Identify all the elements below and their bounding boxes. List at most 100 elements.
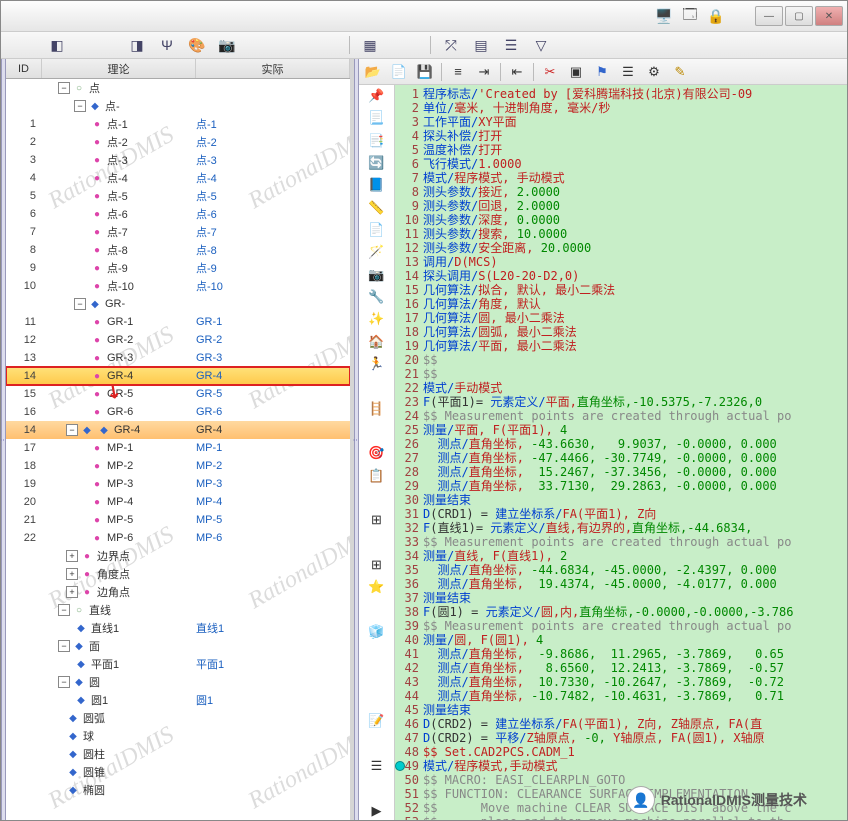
tree-row[interactable]: 11●GR-1GR-1 <box>6 313 350 331</box>
tree-row[interactable]: 20●MP-4MP-4 <box>6 493 350 511</box>
code-line[interactable]: 1程序标志/'Created by [爱科腾瑞科技(北京)有限公司-09 <box>395 87 847 101</box>
code-line[interactable]: 21$$ <box>395 367 847 381</box>
scissors-icon[interactable]: ✂ <box>540 62 560 82</box>
expand-toggle[interactable]: − <box>74 298 86 310</box>
expand-toggle[interactable]: − <box>58 676 70 688</box>
code-line[interactable]: 27 测点/直角坐标, -47.4466, -30.7749, -0.0000,… <box>395 451 847 465</box>
screen-icon[interactable]: 🗔 <box>679 5 701 27</box>
code-line[interactable]: 5温度补偿/打开 <box>395 143 847 157</box>
tree-row[interactable]: −○直线 <box>6 601 350 619</box>
code-line[interactable]: 50$$ MACRO: EASI_CLEARPLN_GOTO <box>395 773 847 787</box>
axes-icon[interactable]: ⤱ <box>441 35 461 55</box>
code-line[interactable]: 33$$ Measurement points are created thro… <box>395 535 847 549</box>
tree-row[interactable]: ◆圆1圆1 <box>6 691 350 709</box>
lines-icon[interactable]: ☰ <box>618 62 638 82</box>
code-line[interactable]: 25测量/平面, F(平面1), 4 <box>395 423 847 437</box>
cube-icon[interactable]: ◧ <box>47 35 67 55</box>
pin-icon[interactable]: 📌 <box>366 87 388 105</box>
star-icon[interactable]: ⭐ <box>366 578 388 596</box>
save-icon[interactable]: 💾 <box>415 62 435 82</box>
grid-icon[interactable]: ▤ <box>471 35 491 55</box>
monitor-pair-icon[interactable]: 🖥️ <box>653 5 675 27</box>
tree-body[interactable]: ↘ −○点−◆点-1●点-1点-12●点-2点-23●点-3点-34●点-4点-… <box>6 79 350 820</box>
code-line[interactable]: 22模式/手动模式 <box>395 381 847 395</box>
run-icon[interactable]: 🏃 <box>366 355 388 373</box>
doc-icon[interactable]: 📄 <box>389 62 409 82</box>
tree-row[interactable]: 9●点-9点-9 <box>6 259 350 277</box>
code-line[interactable]: 45测量结束 <box>395 703 847 717</box>
home-icon[interactable]: 🏠 <box>366 333 388 351</box>
code-line[interactable]: 12测头参数/安全距离, 20.0000 <box>395 241 847 255</box>
tree-row[interactable]: −○点 <box>6 79 350 97</box>
tree-row[interactable]: 4●点-4点-4 <box>6 169 350 187</box>
doc-line-icon[interactable]: 📃 <box>366 109 388 127</box>
tree-row[interactable]: 14●GR-4GR-4 <box>6 367 350 385</box>
code-line[interactable]: 31D(CRD1) = 建立坐标系/FA(平面1), Z向 <box>395 507 847 521</box>
code-line[interactable]: 48$$ Set.CAD2PCS.CADM_1 <box>395 745 847 759</box>
play-icon[interactable]: ▶ <box>366 802 388 820</box>
tree-row[interactable]: 7●点-7点-7 <box>6 223 350 241</box>
gear-icon[interactable]: ⚙ <box>644 62 664 82</box>
plus-box-icon[interactable]: ⊞ <box>366 511 388 529</box>
wand-icon[interactable]: 🪄 <box>366 243 388 261</box>
code-line[interactable]: 36 测点/直角坐标, 19.4374, -45.0000, -4.0177, … <box>395 577 847 591</box>
code-line[interactable]: 14探头调用/S(L20-20-D2,0) <box>395 269 847 283</box>
code-line[interactable]: 18几何算法/圆弧, 最小二乘法 <box>395 325 847 339</box>
code-line[interactable]: 32F(直线1)= 元素定义/直线,有边界的,直角坐标,-44.6834, <box>395 521 847 535</box>
tuning-fork-icon[interactable]: Ψ <box>157 35 177 55</box>
tree-row[interactable]: ◆圆弧 <box>6 709 350 727</box>
tree-row[interactable]: 10●点-10点-10 <box>6 277 350 295</box>
doc-bullet-icon[interactable]: 📑 <box>366 132 388 150</box>
tree-row[interactable]: 17●MP-1MP-1 <box>6 439 350 457</box>
code-line[interactable]: 39$$ Measurement points are created thro… <box>395 619 847 633</box>
code-line[interactable]: 11测头参数/搜索, 10.0000 <box>395 227 847 241</box>
code-line[interactable]: 4探头补偿/打开 <box>395 129 847 143</box>
header-id[interactable]: ID <box>6 59 42 78</box>
tree-row[interactable]: 1●点-1点-1 <box>6 115 350 133</box>
code-line[interactable]: 28 测点/直角坐标, 15.2467, -37.3456, -0.0000, … <box>395 465 847 479</box>
code-line[interactable]: 42 测点/直角坐标, 8.6560, 12.2413, -3.7869, -0… <box>395 661 847 675</box>
doc4-icon[interactable]: 📋 <box>366 467 388 485</box>
code-line[interactable]: 46D(CRD2) = 建立坐标系/FA(平面1), Z向, Z轴原点, FA(… <box>395 717 847 731</box>
tree-row[interactable]: ◆平面1平面1 <box>6 655 350 673</box>
cube2-icon[interactable]: ◨ <box>127 35 147 55</box>
header-actual[interactable]: 实际 <box>196 59 350 78</box>
tree-row[interactable]: 6●点-6点-6 <box>6 205 350 223</box>
tree-row[interactable]: ◆圆柱 <box>6 745 350 763</box>
book-icon[interactable]: 📘 <box>366 176 388 194</box>
tree-row[interactable]: 8●点-8点-8 <box>6 241 350 259</box>
layers-icon[interactable]: ☰ <box>501 35 521 55</box>
code-line[interactable]: 38F(圆1) = 元素定义/圆,内,直角坐标,-0.0000,-0.0000,… <box>395 605 847 619</box>
code-line[interactable]: 24$$ Measurement points are created thro… <box>395 409 847 423</box>
tree-row[interactable]: 3●点-3点-3 <box>6 151 350 169</box>
code-line[interactable]: 15几何算法/拟合, 默认, 最小二乘法 <box>395 283 847 297</box>
maximize-button[interactable]: ▢ <box>785 6 813 26</box>
tree-row[interactable]: −◆面 <box>6 637 350 655</box>
ruler-icon[interactable]: 📏 <box>366 199 388 217</box>
tree-row[interactable]: 15●GR-5GR-5 <box>6 385 350 403</box>
code-line[interactable]: 2单位/毫米, 十进制角度, 毫米/秒 <box>395 101 847 115</box>
flag-icon[interactable]: ⚑ <box>592 62 612 82</box>
code-line[interactable]: 3工作平面/XY平面 <box>395 115 847 129</box>
expand-toggle[interactable]: − <box>58 604 70 616</box>
tree-row[interactable]: 22●MP-6MP-6 <box>6 529 350 547</box>
code-line[interactable]: 10测头参数/深度, 0.0000 <box>395 213 847 227</box>
tree-row[interactable]: +●角度点 <box>6 565 350 583</box>
code-line[interactable]: 30测量结束 <box>395 493 847 507</box>
code-line[interactable]: 43 测点/直角坐标, 10.7330, -10.2647, -3.7869, … <box>395 675 847 689</box>
tree-row[interactable]: 21●MP-5MP-5 <box>6 511 350 529</box>
add-doc-icon[interactable]: 📝 <box>366 712 388 730</box>
disk-lock-icon[interactable]: 🔒 <box>705 5 727 27</box>
code-line[interactable]: 53$$ plane and then move machine paralle… <box>395 815 847 820</box>
camera2-icon[interactable]: 📷 <box>366 266 388 284</box>
tree-row[interactable]: +●边界点 <box>6 547 350 565</box>
filter-icon[interactable]: ▽ <box>531 35 551 55</box>
list-icon[interactable]: ≡ <box>448 62 468 82</box>
code-line[interactable]: 37测量结束 <box>395 591 847 605</box>
wrench-icon[interactable]: 🔧 <box>366 288 388 306</box>
tree-row[interactable]: −◆圆 <box>6 673 350 691</box>
form-icon[interactable]: ▣ <box>566 62 586 82</box>
code-line[interactable]: 26 测点/直角坐标, -43.6630, 9.9037, -0.0000, 0… <box>395 437 847 451</box>
code-lines[interactable]: 1程序标志/'Created by [爱科腾瑞科技(北京)有限公司-092单位/… <box>395 85 847 820</box>
expand-toggle[interactable]: − <box>74 100 86 112</box>
